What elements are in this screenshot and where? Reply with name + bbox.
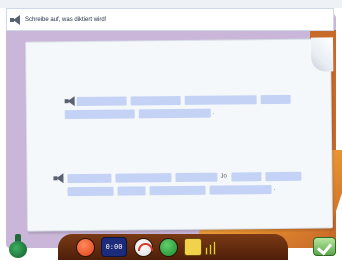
word-blank[interactable]	[130, 95, 181, 106]
word-blank[interactable]	[115, 173, 172, 183]
red-button[interactable]	[76, 238, 95, 257]
sentence-end-punctuation: .	[212, 109, 215, 116]
word-blank[interactable]	[76, 96, 127, 107]
check-icon	[316, 239, 333, 256]
word-blank[interactable]	[209, 185, 272, 195]
window-top-bar	[0, 0, 342, 8]
word-blank[interactable]	[138, 108, 211, 119]
check-button[interactable]	[313, 237, 336, 256]
green-button[interactable]	[159, 238, 178, 257]
gauge-icon[interactable]	[134, 238, 153, 257]
paper-curl	[310, 37, 334, 72]
clock-readout: 0:00	[105, 243, 123, 251]
word-blank[interactable]	[64, 109, 135, 120]
speaker-icon[interactable]	[10, 14, 21, 25]
given-word: Jo	[220, 173, 227, 180]
sentence-end-punctuation: .	[273, 185, 276, 193]
bottle-icon[interactable]	[8, 234, 28, 258]
app-window: Schreibe auf, was diktiert wird! . Jo . …	[0, 0, 342, 261]
word-blank[interactable]	[265, 171, 302, 182]
speaker-icon[interactable]	[64, 96, 76, 107]
word-blank[interactable]	[67, 173, 112, 184]
chart-icon[interactable]	[205, 241, 219, 255]
word-blank[interactable]	[260, 94, 291, 105]
word-blank[interactable]	[67, 186, 114, 197]
speaker-icon[interactable]	[53, 173, 64, 184]
instruction-text: Schreibe auf, was diktiert wird!	[25, 16, 107, 23]
word-blank[interactable]	[149, 185, 206, 196]
word-blank[interactable]	[184, 95, 257, 105]
clock-icon[interactable]: 0:00	[101, 237, 127, 257]
word-blank[interactable]	[231, 172, 262, 182]
folder-icon[interactable]	[184, 238, 202, 256]
instruction-bar: Schreibe auf, was diktiert wird!	[6, 8, 334, 31]
word-blank[interactable]	[175, 172, 218, 183]
word-blank[interactable]	[117, 186, 146, 196]
dictation-paper: . Jo .	[25, 37, 334, 232]
